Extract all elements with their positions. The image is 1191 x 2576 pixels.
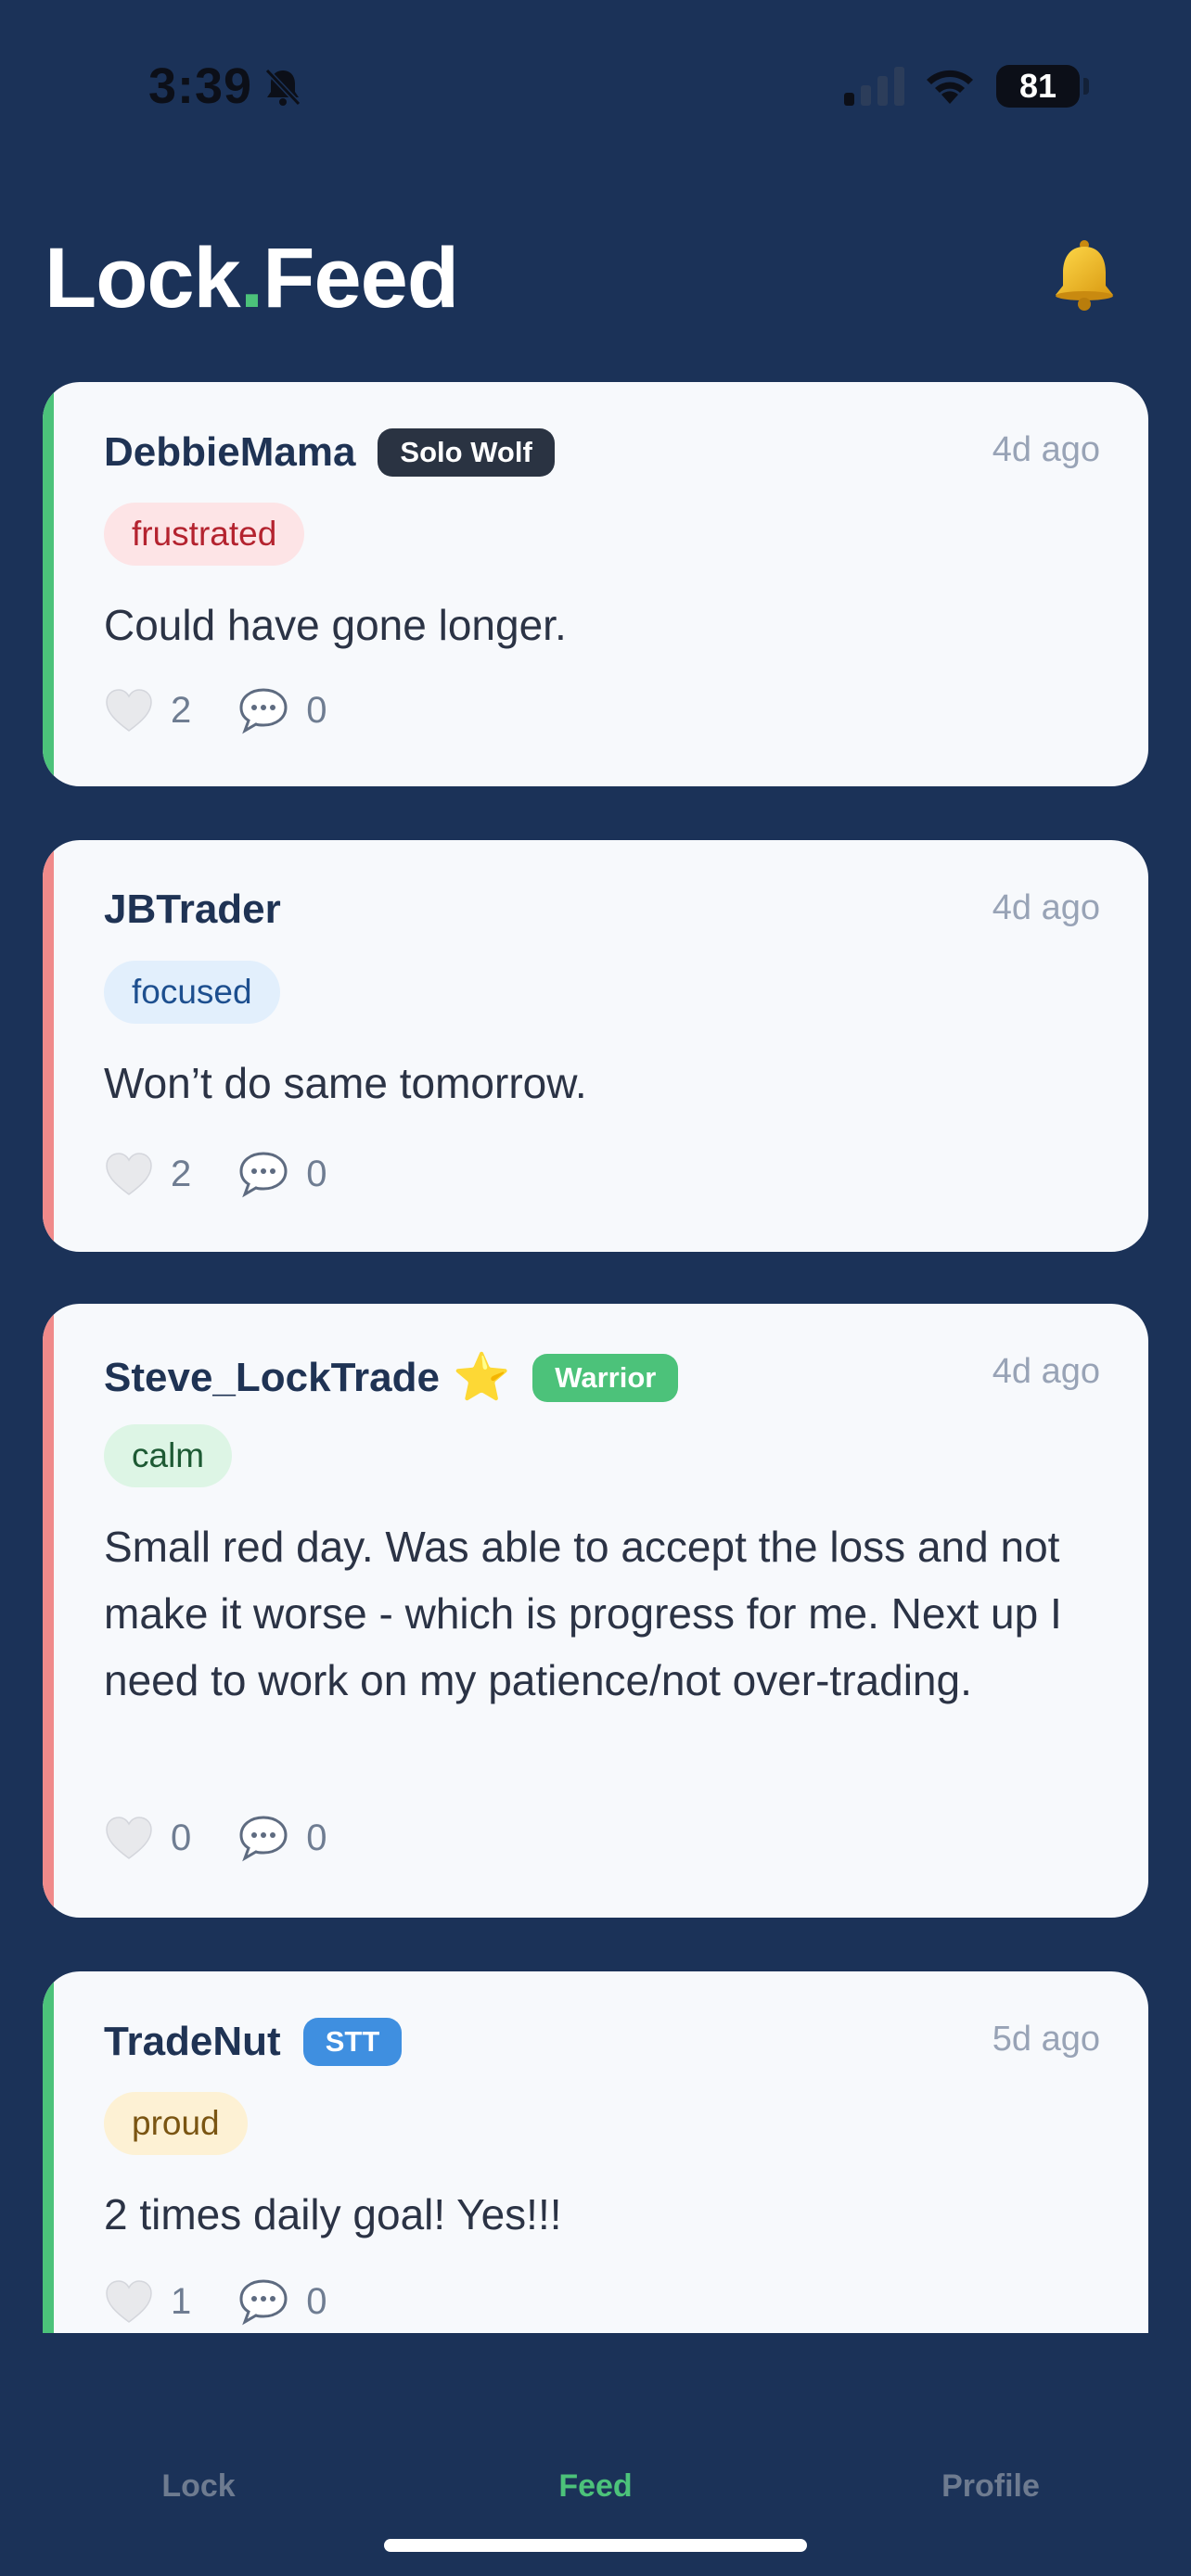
- speech-bubble-icon: [239, 1152, 288, 1198]
- post-card[interactable]: Steve_LockTrade ⭐ Warrior 4d ago calm Sm…: [43, 1304, 1148, 1918]
- speech-bubble-icon: [239, 1816, 288, 1862]
- mood-tag: frustrated: [104, 503, 305, 566]
- like-button[interactable]: 0: [104, 1815, 191, 1861]
- post-time: 4d ago: [992, 888, 1100, 927]
- post-username[interactable]: JBTrader: [104, 886, 281, 933]
- like-count: 2: [171, 1153, 192, 1194]
- post-actions: 1 0: [104, 2277, 327, 2326]
- user-badge: Solo Wolf: [378, 428, 555, 477]
- post-user-row: TradeNut STT: [104, 2018, 403, 2066]
- post-card[interactable]: JBTrader 4d ago focused Won’t do same to…: [43, 840, 1148, 1252]
- comment-count: 0: [306, 1817, 327, 1858]
- post-user-row: DebbieMama Solo Wolf: [104, 428, 555, 477]
- comment-button[interactable]: 0: [237, 1814, 327, 1862]
- heart-icon: [106, 2280, 152, 2323]
- speech-bubble-icon: [239, 2279, 288, 2326]
- like-count: 2: [171, 689, 192, 731]
- status-time: 3:39: [148, 58, 253, 114]
- post-time: 5d ago: [992, 2020, 1100, 2059]
- heart-icon: [106, 1153, 152, 1195]
- like-button[interactable]: 2: [104, 1151, 191, 1197]
- post-text: Small red day. Was able to accept the lo…: [104, 1523, 1062, 1704]
- post-username[interactable]: DebbieMama: [104, 429, 355, 476]
- cellular-signal-icon: [844, 67, 904, 106]
- tab-feed[interactable]: Feed: [456, 2468, 735, 2505]
- bell-slash-icon: [264, 68, 301, 107]
- battery-indicator: 81: [996, 65, 1089, 108]
- page-title: Lock.Feed: [45, 230, 459, 327]
- user-badge: STT: [302, 2018, 403, 2066]
- post-time: 4d ago: [992, 430, 1100, 469]
- heart-icon: [106, 689, 152, 732]
- title-dot: .: [239, 231, 264, 325]
- post-username[interactable]: TradeNut: [104, 2019, 281, 2065]
- like-count: 1: [171, 2280, 192, 2322]
- post-time: 4d ago: [992, 1352, 1100, 1391]
- comment-button[interactable]: 0: [237, 2277, 327, 2326]
- post-username[interactable]: Steve_LockTrade: [104, 1355, 440, 1401]
- comment-button[interactable]: 0: [237, 686, 327, 734]
- post-text: 2 times daily goal! Yes!!!: [104, 2190, 562, 2238]
- like-button[interactable]: 1: [104, 2278, 191, 2325]
- tab-profile[interactable]: Profile: [852, 2468, 1130, 2505]
- title-feed: Feed: [263, 231, 459, 325]
- post-user-row: Steve_LockTrade ⭐ Warrior: [104, 1350, 679, 1405]
- like-button[interactable]: 2: [104, 687, 191, 733]
- post-actions: 2 0: [104, 1150, 327, 1198]
- comment-count: 0: [306, 2280, 327, 2322]
- heart-icon: [106, 1817, 152, 1859]
- status-bar: 3:39 81: [0, 0, 1191, 176]
- comment-button[interactable]: 0: [237, 1150, 327, 1198]
- feed-list[interactable]: DebbieMama Solo Wolf 4d ago frustrated C…: [43, 382, 1148, 2333]
- post-actions: 2 0: [104, 686, 327, 734]
- post-card[interactable]: DebbieMama Solo Wolf 4d ago frustrated C…: [43, 382, 1148, 786]
- title-lock: Lock: [45, 231, 241, 325]
- comment-count: 0: [306, 689, 327, 731]
- mood-tag: proud: [104, 2092, 248, 2155]
- post-card[interactable]: TradeNut STT 5d ago proud 2 times daily …: [43, 1971, 1148, 2333]
- tab-lock[interactable]: Lock: [59, 2468, 338, 2505]
- user-badge: Warrior: [532, 1353, 679, 1402]
- mood-tag: calm: [104, 1424, 233, 1487]
- post-user-row: JBTrader: [104, 886, 281, 933]
- wifi-icon: [927, 70, 973, 104]
- comment-count: 0: [306, 1153, 327, 1194]
- post-text: Could have gone longer.: [104, 601, 567, 649]
- speech-bubble-icon: [239, 688, 288, 734]
- like-count: 0: [171, 1817, 192, 1858]
- mood-tag: focused: [104, 961, 280, 1024]
- post-actions: 0 0: [104, 1814, 327, 1862]
- post-text: Won’t do same tomorrow.: [104, 1059, 587, 1107]
- home-indicator[interactable]: [384, 2539, 807, 2552]
- star-icon: ⭐: [452, 1351, 511, 1403]
- notification-bell-icon[interactable]: [1046, 237, 1122, 313]
